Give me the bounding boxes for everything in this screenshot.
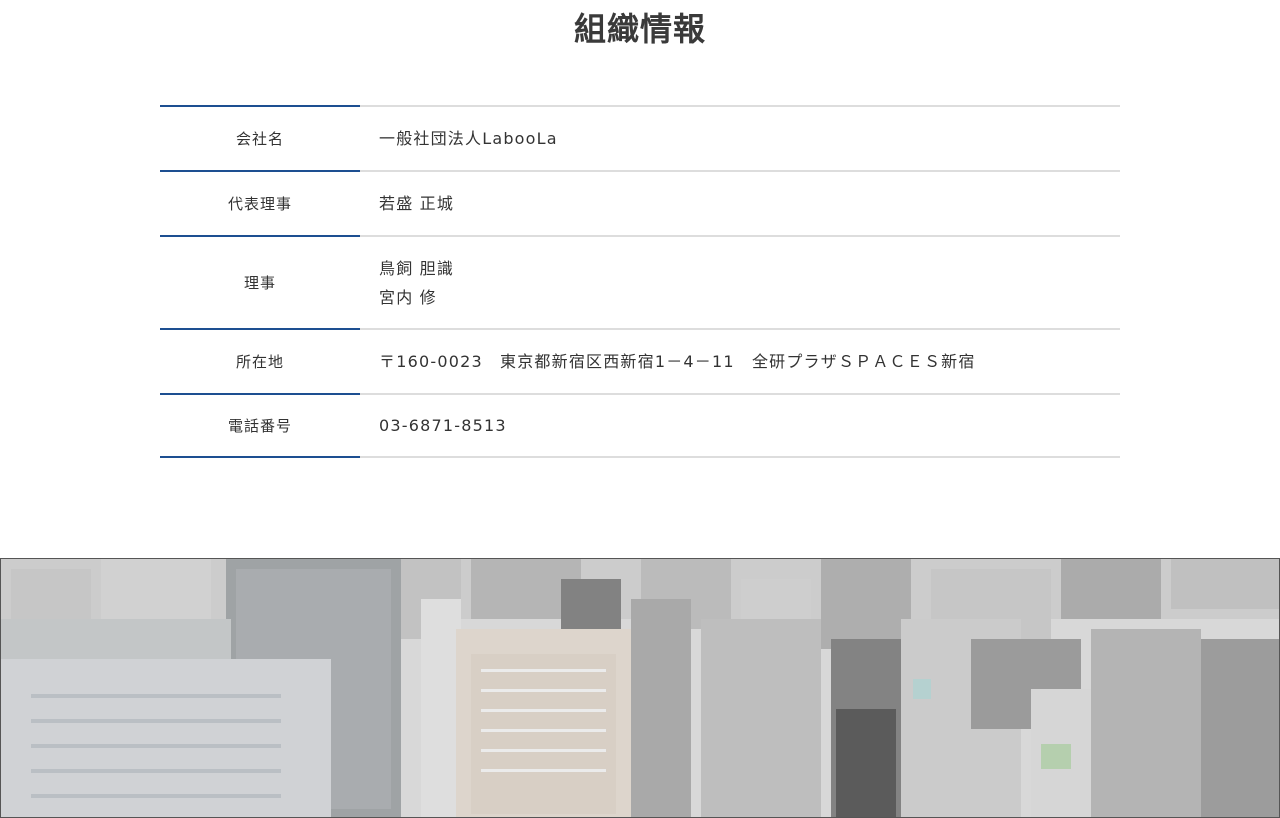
table-row: 理事 鳥飼 胆識 宮内 修 — [160, 235, 1120, 328]
table-row: 会社名 一般社団法人LabooLa — [160, 105, 1120, 170]
table-row: 所在地 〒160-0023 東京都新宿区西新宿1－4－11 全研プラザＳＰＡＣＥ… — [160, 328, 1120, 393]
company-name-text: 一般社団法人LabooLa — [379, 129, 558, 148]
row-value-representative: 若盛 正城 — [360, 170, 1120, 235]
row-value-phone: 03-6871-8513 — [360, 393, 1120, 458]
phone-number-text: 03-6871-8513 — [379, 416, 507, 435]
representative-name-text: 若盛 正城 — [379, 194, 455, 213]
row-label-address: 所在地 — [160, 328, 360, 393]
row-label-phone: 電話番号 — [160, 393, 360, 458]
city-skyline-image — [1, 559, 1279, 817]
row-value-directors: 鳥飼 胆識 宮内 修 — [360, 235, 1120, 328]
table-row: 代表理事 若盛 正城 — [160, 170, 1120, 235]
row-label-directors: 理事 — [160, 235, 360, 328]
table-row: 電話番号 03-6871-8513 — [160, 393, 1120, 458]
director-name-text: 鳥飼 胆識 — [379, 258, 455, 278]
organization-info-table: 会社名 一般社団法人LabooLa 代表理事 若盛 正城 理事 鳥飼 胆識 宮内… — [160, 105, 1120, 458]
director-name-text: 宮内 修 — [379, 287, 437, 307]
city-skyline-banner — [0, 558, 1280, 818]
row-value-address: 〒160-0023 東京都新宿区西新宿1－4－11 全研プラザＳＰＡＣＥＳ新宿 — [360, 328, 1120, 393]
row-value-company-name: 一般社団法人LabooLa — [360, 105, 1120, 170]
row-label-company-name: 会社名 — [160, 105, 360, 170]
row-label-representative: 代表理事 — [160, 170, 360, 235]
page-title: 組織情報 — [573, 10, 706, 48]
address-text: 〒160-0023 東京都新宿区西新宿1－4－11 全研プラザＳＰＡＣＥＳ新宿 — [379, 352, 976, 371]
